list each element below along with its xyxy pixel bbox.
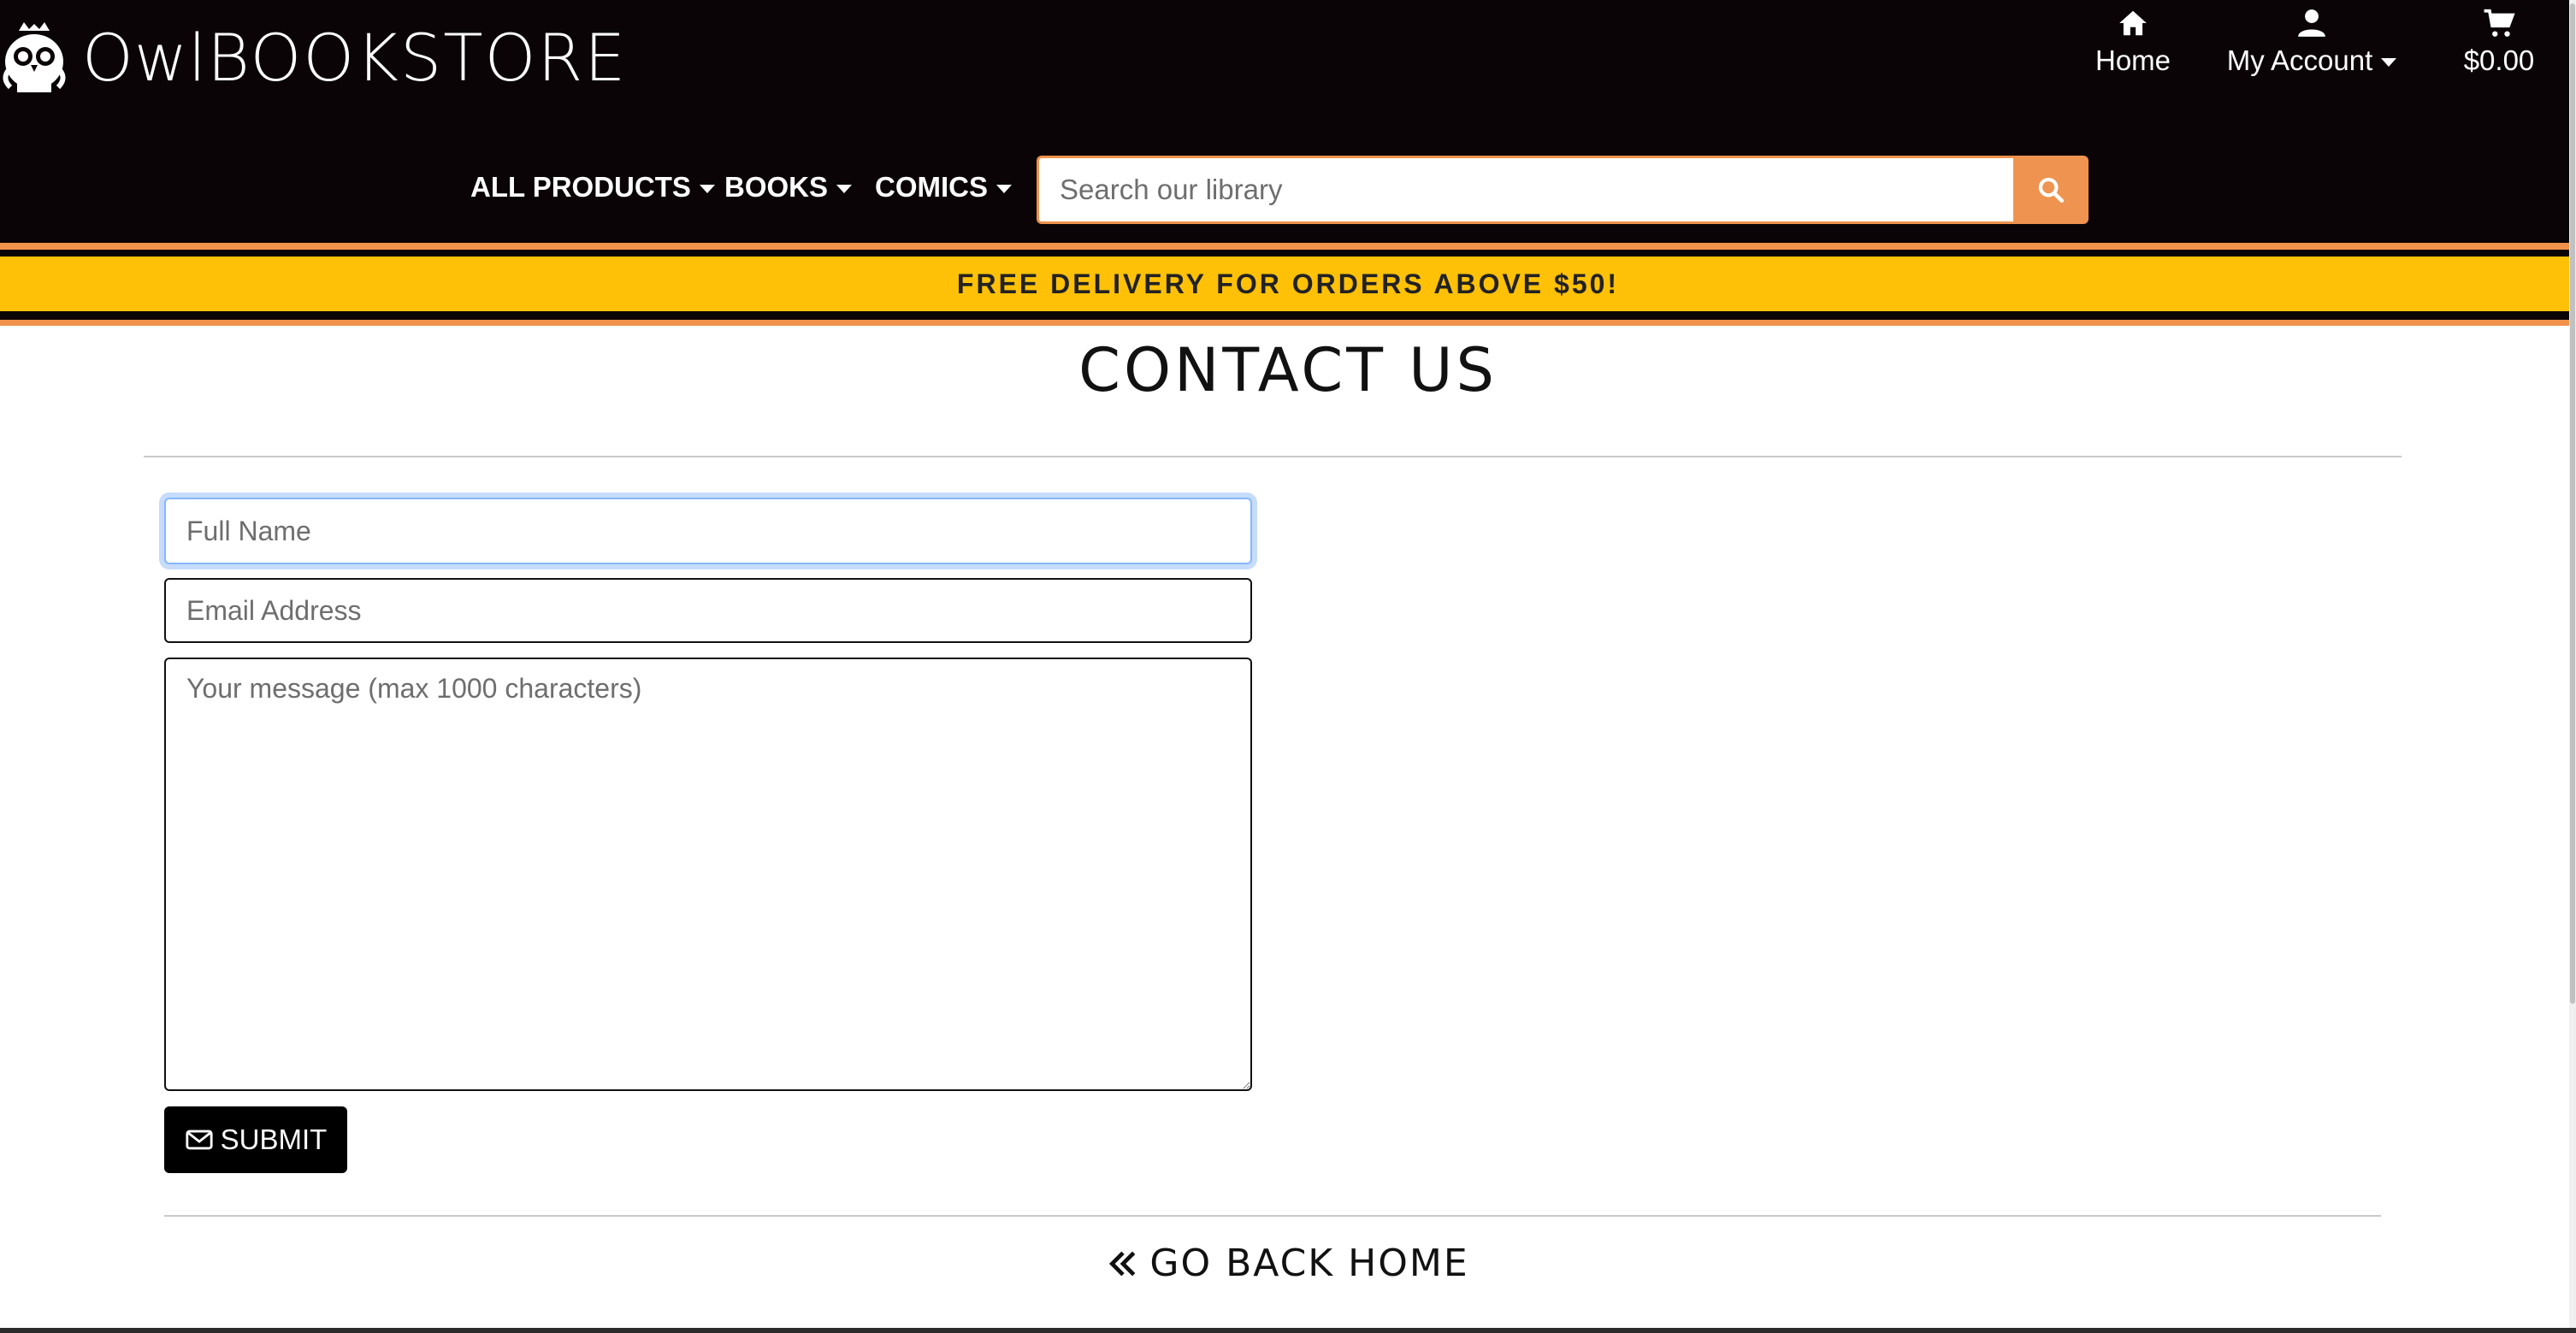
- page-scrollbar[interactable]: [2569, 0, 2576, 1333]
- chevron-down-icon: [2381, 58, 2397, 68]
- chevron-down-icon: [836, 185, 853, 194]
- cart-icon: [2484, 9, 2515, 37]
- nav-all-products-label: ALL PRODUCTS: [470, 171, 691, 203]
- owl-logo-icon: [3, 22, 66, 92]
- full-name-field[interactable]: [164, 498, 1252, 564]
- brand-name: OwlBOOKSTORE: [82, 26, 627, 91]
- nav-comics-label: COMICS: [875, 171, 988, 203]
- search-form: [1037, 156, 2089, 224]
- nav-home-label: Home: [2094, 44, 2171, 76]
- promo-border-bottom: [0, 320, 2576, 326]
- promo-text: FREE DELIVERY FOR ORDERS ABOVE $50!: [956, 268, 1620, 299]
- brand-logo-link[interactable]: OwlBOOKSTORE: [0, 19, 627, 97]
- nav-cart-link[interactable]: $0.00: [2448, 7, 2550, 77]
- search-input[interactable]: [1037, 156, 2013, 224]
- promo-border-inner-bottom: [0, 311, 2576, 320]
- nav-home-link[interactable]: Home: [2082, 7, 2184, 77]
- bottom-edge: [0, 1328, 2576, 1333]
- brand-name-part1: Owl: [82, 20, 208, 96]
- submit-button[interactable]: SUBMIT: [164, 1106, 347, 1173]
- nav-all-products-dropdown[interactable]: ALL PRODUCTS: [470, 171, 715, 203]
- brand-name-part2: BOOKSTORE: [207, 20, 628, 96]
- envelope-icon: [186, 1130, 213, 1150]
- message-field[interactable]: [164, 658, 1252, 1091]
- user-icon: [2298, 9, 2325, 37]
- title-divider: [144, 456, 2402, 457]
- nav-books-dropdown[interactable]: BOOKS: [724, 171, 853, 203]
- nav-books-label: BOOKS: [724, 171, 829, 203]
- go-back-home-link[interactable]: GO BACK HOME: [0, 1242, 2576, 1285]
- promo-banner: FREE DELIVERY FOR ORDERS ABOVE $50!: [0, 257, 2576, 311]
- promo-border-top: [0, 243, 2576, 250]
- site-header: OwlBOOKSTORE Home My Account $0.00 ALL P…: [0, 0, 2576, 245]
- search-icon: [2038, 177, 2065, 203]
- go-back-home-label: GO BACK HOME: [1149, 1242, 1469, 1285]
- email-field[interactable]: [164, 578, 1252, 643]
- cart-total: $0.00: [2463, 44, 2535, 76]
- nav-account-link[interactable]: My Account: [2213, 7, 2410, 77]
- page-title: CONTACT US: [1078, 335, 1498, 405]
- main-nav: ALL PRODUCTS BOOKS COMICS: [0, 156, 2576, 224]
- chevron-down-icon: [996, 185, 1012, 194]
- nav-account-label: My Account: [2226, 44, 2373, 76]
- home-icon: [2119, 10, 2147, 36]
- search-button[interactable]: [2013, 156, 2089, 224]
- double-chevron-left-icon: [1109, 1251, 1136, 1276]
- nav-comics-dropdown[interactable]: COMICS: [875, 171, 1012, 203]
- chevron-down-icon: [699, 185, 715, 194]
- scrollbar-thumb[interactable]: [2570, 3, 2575, 1004]
- promo-border-inner-top: [0, 250, 2576, 257]
- nav-account-label-wrap: My Account: [2227, 44, 2397, 77]
- submit-label: SUBMIT: [220, 1124, 328, 1155]
- footer-divider: [164, 1215, 2381, 1217]
